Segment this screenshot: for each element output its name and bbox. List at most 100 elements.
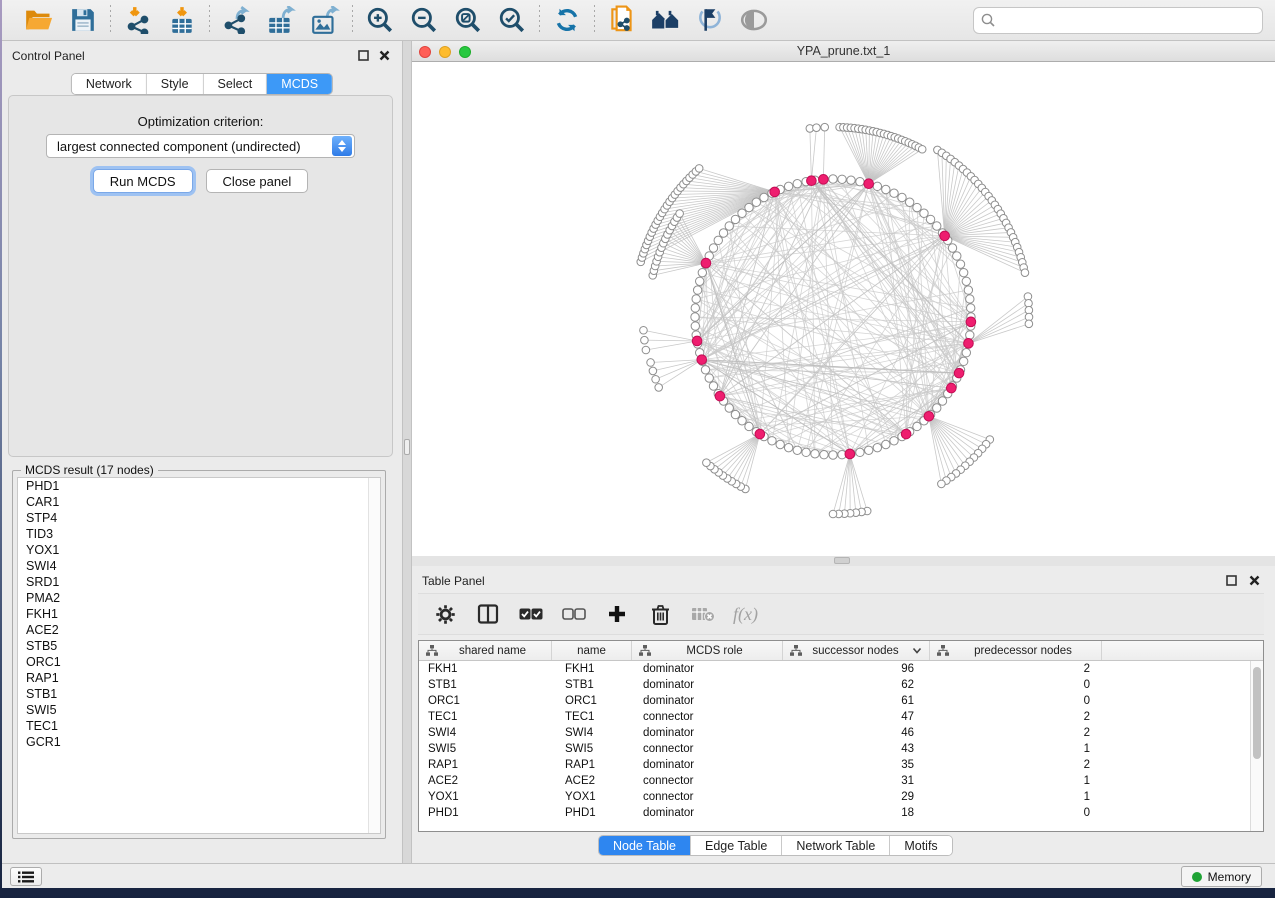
float-table-panel-button[interactable] (1224, 574, 1238, 587)
network-node[interactable] (882, 185, 890, 193)
network-node[interactable] (966, 295, 974, 303)
network-node[interactable] (967, 304, 975, 312)
leaf-node[interactable] (640, 326, 648, 334)
mcds-result-item[interactable]: TID3 (18, 526, 380, 542)
network-node[interactable] (829, 175, 837, 183)
network-canvas[interactable] (412, 62, 1275, 556)
network-node[interactable] (838, 175, 846, 183)
network-node[interactable] (962, 349, 970, 357)
network-node[interactable] (738, 417, 746, 425)
optimization-criterion-select[interactable]: largest connected component (undirected) (46, 134, 355, 158)
network-node[interactable] (913, 203, 921, 211)
network-node[interactable] (691, 313, 699, 321)
leaf-node[interactable] (813, 124, 821, 132)
network-node[interactable] (725, 222, 733, 230)
network-node[interactable] (776, 440, 784, 448)
splitter-grip[interactable] (404, 439, 410, 455)
zoom-selected-button[interactable] (496, 4, 528, 36)
table-row[interactable]: SWI5SWI5connector431 (419, 741, 1263, 757)
mcds-hub-node[interactable] (701, 258, 711, 268)
mcds-hub-node[interactable] (697, 355, 707, 365)
mcds-result-item[interactable]: STB1 (18, 686, 380, 702)
network-node[interactable] (865, 446, 873, 454)
tab-motifs[interactable]: Motifs (890, 836, 951, 855)
network-node[interactable] (847, 176, 855, 184)
leaf-node[interactable] (695, 165, 703, 173)
mcds-hub-node[interactable] (864, 179, 874, 189)
network-node[interactable] (956, 260, 964, 268)
close-panel-button[interactable] (377, 49, 391, 62)
open-session-button[interactable] (23, 4, 55, 36)
mcds-result-item[interactable]: YOX1 (18, 542, 380, 558)
mcds-result-item[interactable]: FKH1 (18, 606, 380, 622)
network-node[interactable] (962, 277, 970, 285)
network-node[interactable] (898, 193, 906, 201)
leaf-node[interactable] (1021, 269, 1029, 277)
first-neighbors-button[interactable] (650, 4, 682, 36)
tab-network[interactable]: Network (72, 74, 147, 94)
hide-selected-button[interactable] (694, 4, 726, 36)
leaf-node[interactable] (647, 359, 655, 367)
leaf-node[interactable] (918, 145, 926, 153)
network-node[interactable] (913, 422, 921, 430)
network-from-selection-button[interactable] (606, 4, 638, 36)
zoom-in-button[interactable] (364, 4, 396, 36)
network-node[interactable] (709, 382, 717, 390)
search-input[interactable] (973, 7, 1263, 34)
table-row[interactable]: ACE2ACE2connector311 (419, 773, 1263, 789)
show-panels-button[interactable] (10, 867, 42, 886)
float-panel-button[interactable] (356, 49, 370, 62)
tab-edge-table[interactable]: Edge Table (691, 836, 782, 855)
zoom-out-button[interactable] (408, 4, 440, 36)
delete-column-button[interactable] (647, 601, 673, 627)
mcds-result-item[interactable]: ORC1 (18, 654, 380, 670)
select-all-button[interactable] (518, 601, 544, 627)
network-node[interactable] (709, 244, 717, 252)
table-row[interactable]: SWI4SWI4dominator462 (419, 725, 1263, 741)
import-table-button[interactable] (166, 4, 198, 36)
leaf-node[interactable] (938, 480, 946, 488)
mcds-hub-node[interactable] (946, 383, 956, 393)
tab-mcds[interactable]: MCDS (267, 74, 332, 94)
network-node[interactable] (802, 448, 810, 456)
network-node[interactable] (692, 295, 700, 303)
mcds-hub-node[interactable] (692, 336, 702, 346)
network-node[interactable] (731, 215, 739, 223)
table-scrollbar[interactable] (1250, 661, 1263, 831)
network-node[interactable] (905, 198, 913, 206)
save-session-button[interactable] (67, 4, 99, 36)
leaf-node[interactable] (652, 375, 660, 383)
mcds-hub-node[interactable] (966, 317, 976, 327)
network-node[interactable] (745, 422, 753, 430)
mcds-hub-node[interactable] (807, 176, 817, 186)
leaf-node[interactable] (1025, 320, 1033, 328)
network-node[interactable] (873, 182, 881, 190)
mcds-result-item[interactable]: ACE2 (18, 622, 380, 638)
import-network-button[interactable] (122, 4, 154, 36)
network-node[interactable] (725, 404, 733, 412)
network-node[interactable] (731, 410, 739, 418)
table-row[interactable]: ORC1ORC1dominator610 (419, 693, 1263, 709)
network-node[interactable] (693, 286, 701, 294)
mcds-hub-node[interactable] (845, 449, 855, 459)
network-node[interactable] (698, 268, 706, 276)
network-node[interactable] (966, 331, 974, 339)
network-node[interactable] (752, 198, 760, 206)
network-node[interactable] (768, 437, 776, 445)
mcds-hub-node[interactable] (940, 231, 950, 241)
mcds-hub-node[interactable] (755, 429, 765, 439)
leaf-node[interactable] (829, 510, 837, 518)
table-row[interactable]: TEC1TEC1connector472 (419, 709, 1263, 725)
memory-button[interactable]: Memory (1181, 866, 1262, 887)
network-node[interactable] (959, 357, 967, 365)
network-node[interactable] (948, 244, 956, 252)
export-table-button[interactable] (265, 4, 297, 36)
network-node[interactable] (882, 440, 890, 448)
network-node[interactable] (959, 268, 967, 276)
tab-network-table[interactable]: Network Table (782, 836, 890, 855)
network-node[interactable] (811, 450, 819, 458)
network-node[interactable] (890, 189, 898, 197)
network-node[interactable] (820, 451, 828, 459)
column-visibility-button[interactable] (475, 601, 501, 627)
mcds-result-item[interactable]: SWI5 (18, 702, 380, 718)
